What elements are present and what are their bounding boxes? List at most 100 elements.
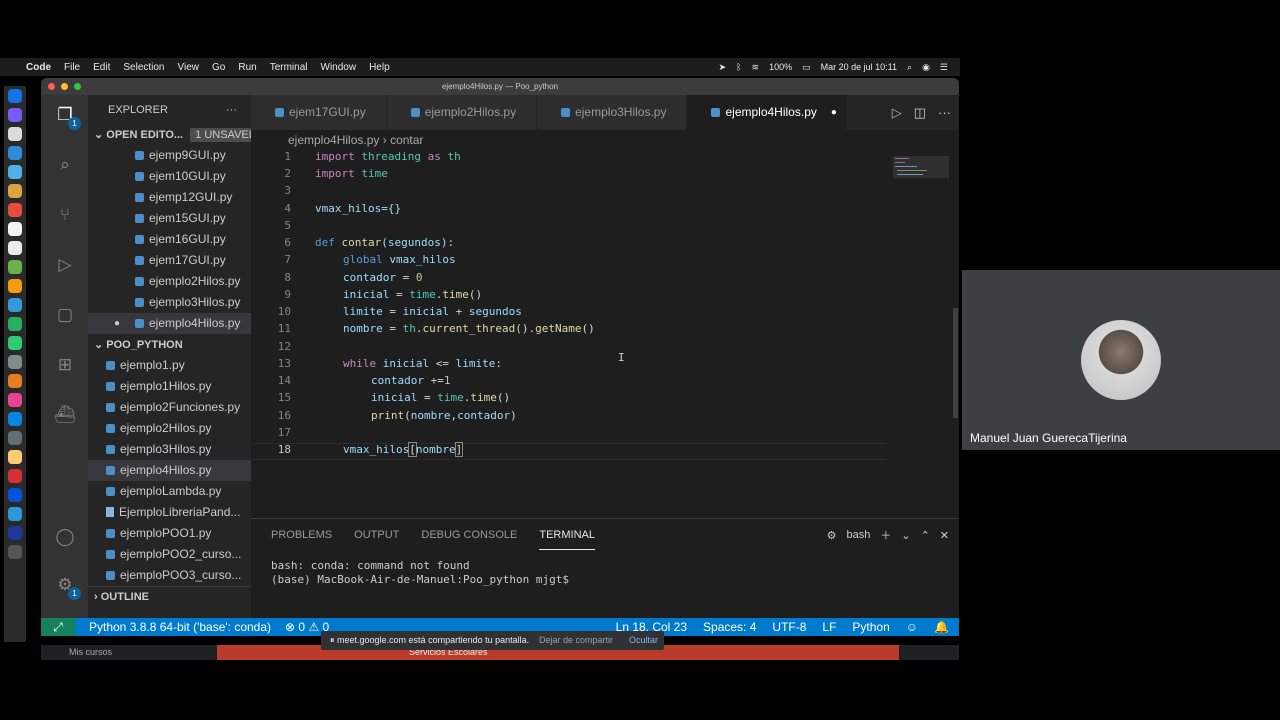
bluetooth-icon[interactable]: ᛒ [736, 62, 741, 72]
remote-icon[interactable]: ⤢ [41, 618, 75, 636]
project-file[interactable]: ejemploPOO1.py [88, 523, 251, 544]
more-actions-icon[interactable]: ··· [938, 105, 951, 120]
close-panel-icon[interactable]: ✕ [940, 529, 949, 542]
menu-selection[interactable]: Selection [123, 62, 164, 73]
stop-sharing-button[interactable]: Dejar de compartir [539, 631, 613, 650]
language-mode[interactable]: Python [852, 618, 889, 636]
menu-window[interactable]: Window [321, 62, 357, 73]
reminders-icon[interactable] [8, 241, 22, 255]
open-editor-item-active[interactable]: ● ejemplo4Hilos.py [88, 313, 251, 334]
more-actions-icon[interactable]: ··· [226, 95, 237, 125]
menu-file[interactable]: File [64, 62, 80, 73]
minimize-window-button[interactable] [61, 83, 68, 90]
safari-icon[interactable] [8, 127, 22, 141]
participant-tile[interactable]: Manuel Juan GuerecaTijerina [962, 270, 1280, 450]
photos-icon[interactable] [8, 279, 22, 293]
indentation[interactable]: Spaces: 4 [703, 618, 756, 636]
open-editor-item[interactable]: ejemplo3Hilos.py [88, 292, 251, 313]
remote-explorer-icon[interactable]: ▢ [53, 303, 77, 327]
launchpad-icon[interactable] [8, 108, 22, 122]
encoding[interactable]: UTF-8 [772, 618, 806, 636]
minimap[interactable] [889, 148, 951, 518]
control-center-icon[interactable]: ☰ [940, 62, 948, 73]
open-editor-item[interactable]: ejemplo2Hilos.py [88, 271, 251, 292]
telegram-icon[interactable] [8, 507, 22, 521]
project-file[interactable]: ejemploLambda.py [88, 481, 251, 502]
maps-icon[interactable] [8, 260, 22, 274]
chevron-down-icon[interactable]: ⌄ [901, 529, 910, 542]
maximize-panel-icon[interactable]: ⌃ [921, 529, 930, 542]
firefox-icon[interactable] [8, 374, 22, 388]
project-file[interactable]: ejemploPOO2_curso... [88, 544, 251, 565]
project-file[interactable]: ejemplo2Hilos.py [88, 418, 251, 439]
menu-terminal[interactable]: Terminal [270, 62, 308, 73]
source-control-icon[interactable]: ⑂ [53, 203, 77, 227]
project-file[interactable]: ejemplo1.py [88, 355, 251, 376]
breadcrumb-symbol[interactable]: contar [390, 133, 423, 147]
acrobat-icon[interactable] [8, 469, 22, 483]
menu-go[interactable]: Go [212, 62, 225, 73]
project-file[interactable]: EjemploLibreriaPand... [88, 502, 251, 523]
tab-terminal[interactable]: TERMINAL [539, 521, 595, 550]
battery-icon[interactable]: ▭ [802, 62, 811, 73]
calendar-icon[interactable] [8, 203, 22, 217]
mail-icon[interactable] [8, 165, 22, 179]
scroll-thumb[interactable] [953, 308, 958, 418]
project-file[interactable]: ejemploPOO3_curso... [88, 565, 251, 586]
close-window-button[interactable] [48, 83, 55, 90]
menu-run[interactable]: Run [238, 62, 256, 73]
docker-icon[interactable]: ⛴ [53, 403, 77, 427]
help-icon[interactable] [8, 355, 22, 369]
manage-gear-icon[interactable]: ⚙ 1 [53, 573, 81, 600]
explorer-icon[interactable]: ❐ 1 [53, 103, 81, 130]
tab-output[interactable]: OUTPUT [354, 521, 399, 549]
project-file[interactable]: ejemplo1Hilos.py [88, 376, 251, 397]
search-icon[interactable]: ⌕ [907, 62, 912, 73]
settings-icon[interactable] [8, 431, 22, 445]
split-editor-icon[interactable]: ◫ [914, 105, 926, 121]
breadcrumb-file[interactable]: ejemplo4Hilos.py [288, 133, 379, 147]
word-icon[interactable] [8, 488, 22, 502]
run-icon[interactable]: ▷ [892, 105, 902, 121]
accounts-icon[interactable]: ◯ [53, 525, 77, 549]
terminal-output[interactable]: bash: conda: command not found (base) Mac… [251, 551, 959, 587]
open-editor-item[interactable]: ejem17GUI.py [88, 250, 251, 271]
numbers-icon[interactable] [8, 336, 22, 350]
facetime-icon[interactable] [8, 317, 22, 331]
tab-ejemplo4hilos[interactable]: ejemplo4Hilos.py ● [687, 95, 848, 130]
tab-ejem17gui[interactable]: ejem17GUI.py [251, 95, 387, 130]
menu-help[interactable]: Help [369, 62, 390, 73]
open-editors-section[interactable]: ⌄ OPEN EDITO... 1 UNSAVED [88, 125, 251, 145]
menu-code[interactable]: Code [26, 62, 51, 73]
finder-icon[interactable] [8, 89, 22, 103]
chrome-icon[interactable] [8, 450, 22, 464]
python-interpreter[interactable]: Python 3.8.8 64-bit ('base': conda) [89, 618, 271, 636]
menu-edit[interactable]: Edit [93, 62, 110, 73]
trash-icon[interactable] [8, 545, 22, 559]
add-terminal-icon[interactable]: ＋ [880, 527, 891, 543]
vscode-icon[interactable] [8, 412, 22, 426]
code-editor[interactable]: 1 2 3 4 5 6 7 8 9 10 11 12 13 14 15 16 1… [251, 150, 887, 518]
zoom-icon[interactable] [8, 526, 22, 540]
run-debug-icon[interactable]: ▷ [53, 253, 77, 277]
maximize-window-button[interactable] [74, 83, 81, 90]
search-icon[interactable]: ⌕ [53, 153, 77, 177]
open-editor-item[interactable]: ejemp9GUI.py [88, 145, 251, 166]
open-editor-item[interactable]: ejem10GUI.py [88, 166, 251, 187]
siri-icon[interactable]: ◉ [922, 62, 930, 73]
notifications-icon[interactable]: 🔔 [934, 618, 949, 636]
notes-icon[interactable] [8, 222, 22, 236]
project-file[interactable]: ejemplo3Hilos.py [88, 439, 251, 460]
tab-ejemplo3hilos[interactable]: ejemplo3Hilos.py [537, 95, 688, 130]
open-editor-item[interactable]: ejemp12GUI.py [88, 187, 251, 208]
eol[interactable]: LF [822, 618, 836, 636]
wifi-icon[interactable]: ≋ [752, 62, 760, 73]
open-editor-item[interactable]: ejem15GUI.py [88, 208, 251, 229]
outline-section[interactable]: › OUTLINE [88, 586, 251, 606]
tab-problems[interactable]: PROBLEMS [271, 521, 332, 549]
clock[interactable]: Mar 20 de jul 10:11 [821, 62, 897, 72]
tab-debug-console[interactable]: DEBUG CONSOLE [421, 521, 517, 549]
app-store-icon[interactable] [8, 146, 22, 160]
music-icon[interactable] [8, 393, 22, 407]
tab-ejemplo2hilos[interactable]: ejemplo2Hilos.py [386, 95, 538, 130]
